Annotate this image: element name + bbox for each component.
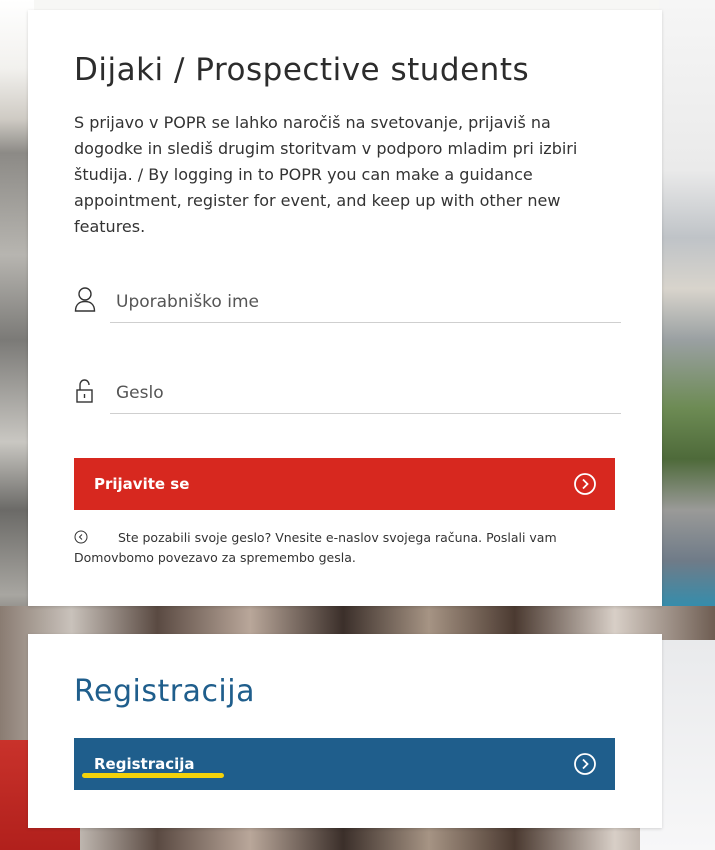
forgot-password-text: Ste pozabili svoje geslo? Vnesite e-nasl… (74, 528, 619, 568)
user-icon (74, 286, 96, 314)
login-title: Dijaki / Prospective students (74, 52, 530, 88)
lock-icon (74, 377, 96, 405)
username-input[interactable] (110, 282, 621, 323)
registration-card: Registracija Registracija (28, 634, 662, 828)
chevron-right-circle-icon (573, 752, 597, 776)
chevron-left-circle-icon[interactable] (74, 530, 88, 544)
forgot-password-text-2: Domovbomo povezavo za spremembo gesla. (74, 550, 356, 565)
registration-button-label: Registracija (94, 755, 195, 773)
forgot-password-link[interactable]: Ste pozabili svoje geslo? Vnesite e-nasl… (118, 530, 557, 545)
username-field (74, 282, 621, 330)
registration-title: Registracija (74, 674, 255, 709)
registration-button[interactable]: Registracija (74, 738, 615, 790)
highlight-underline (82, 773, 224, 778)
login-card: Dijaki / Prospective students S prijavo … (28, 10, 662, 606)
password-field (74, 373, 621, 421)
password-input[interactable] (110, 373, 621, 414)
login-button[interactable]: Prijavite se (74, 458, 615, 510)
login-button-label: Prijavite se (94, 475, 190, 493)
chevron-right-circle-icon (573, 472, 597, 496)
login-description: S prijavo v POPR se lahko naročiš na sve… (74, 113, 578, 236)
